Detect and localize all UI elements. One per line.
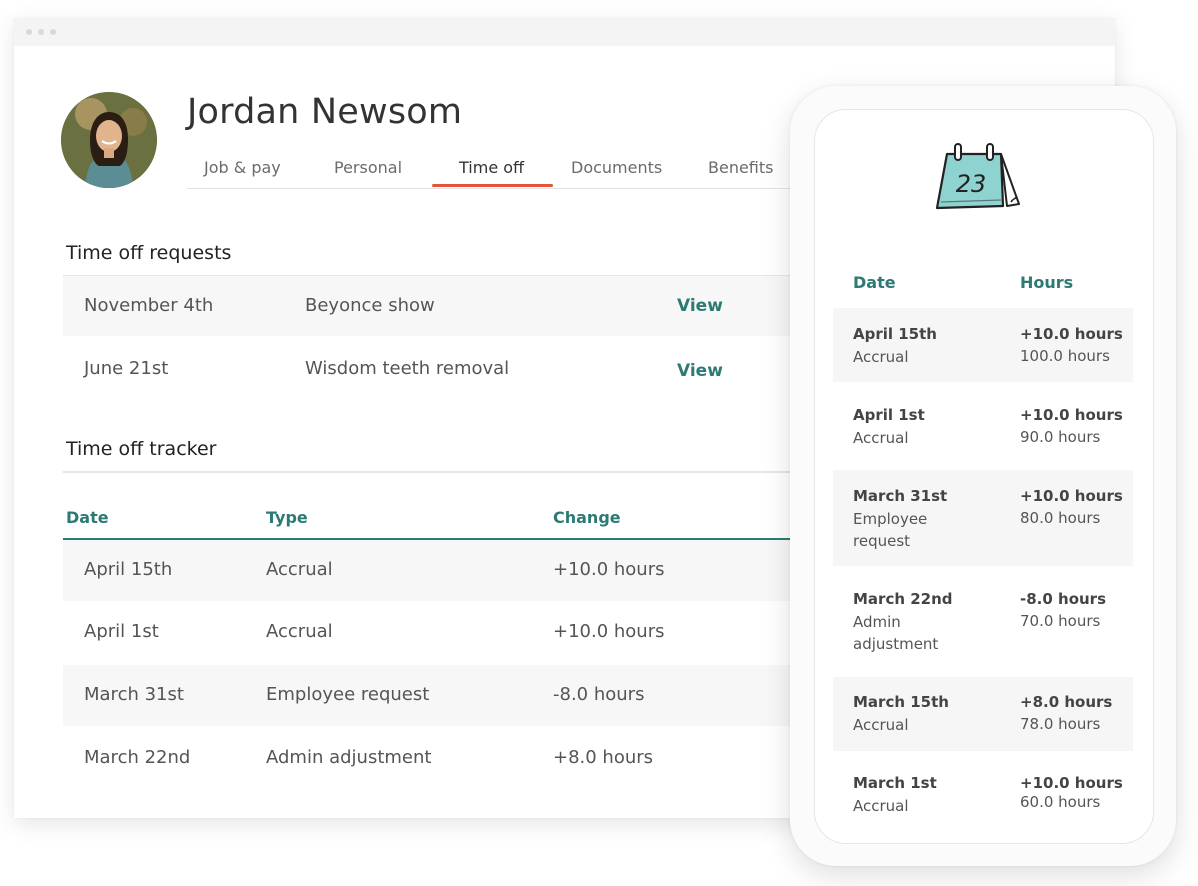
list-item: March 1st Accrual +10.0 hours 60.0 hours xyxy=(833,758,1133,832)
tracker-date: April 15th xyxy=(84,559,173,580)
window-dot xyxy=(50,29,56,35)
list-item: March 22nd Admin adjustment -8.0 hours 7… xyxy=(833,573,1133,669)
mobile-row-date: March 1st xyxy=(853,774,937,792)
employee-name: Jordan Newsom xyxy=(187,92,463,132)
tracker-type: Accrual xyxy=(266,559,333,580)
request-date: November 4th xyxy=(84,295,214,316)
list-item: March 15th Accrual +8.0 hours 78.0 hours xyxy=(833,677,1133,751)
list-item: April 1st Accrual +10.0 hours 90.0 hours xyxy=(833,390,1133,464)
tracker-change: +8.0 hours xyxy=(553,747,654,768)
tracker-type: Accrual xyxy=(266,621,333,642)
avatar-portrait xyxy=(61,92,157,188)
mobile-row-date: March 31st xyxy=(853,487,948,505)
mobile-row-change: -8.0 hours xyxy=(1020,590,1107,608)
mobile-row-change: +8.0 hours xyxy=(1020,693,1113,711)
tracker-section-title: Time off tracker xyxy=(66,438,217,460)
mobile-row-total: 70.0 hours xyxy=(1020,612,1101,630)
tracker-date: March 22nd xyxy=(84,747,191,768)
mobile-row-change: +10.0 hours xyxy=(1020,774,1123,792)
list-item: March 31st Employee request +10.0 hours … xyxy=(833,470,1133,566)
tracker-type: Employee request xyxy=(266,684,430,705)
window-dot xyxy=(38,29,44,35)
tracker-change: +10.0 hours xyxy=(553,559,665,580)
tracker-header-type: Type xyxy=(266,508,308,527)
tracker-header-date: Date xyxy=(66,508,109,527)
phone-screen: 23 Date Hours April 15th Accrual +10.0 h… xyxy=(814,109,1154,844)
mobile-row-type: Accrual xyxy=(853,797,909,815)
mobile-row-total: 100.0 hours xyxy=(1020,347,1110,365)
mobile-row-type: Employee request xyxy=(853,510,928,550)
tracker-date: March 31st xyxy=(84,684,184,705)
mobile-row-type: Accrual xyxy=(853,348,909,366)
tab-documents[interactable]: Documents xyxy=(571,158,662,177)
list-item: April 15th Accrual +10.0 hours 100.0 hou… xyxy=(833,308,1133,382)
mobile-row-change: +10.0 hours xyxy=(1020,325,1123,343)
phone-frame: 23 Date Hours April 15th Accrual +10.0 h… xyxy=(790,86,1176,866)
mobile-row-total: 60.0 hours xyxy=(1020,793,1101,811)
tracker-date: April 1st xyxy=(84,621,159,642)
window-titlebar xyxy=(14,18,1115,46)
mobile-row-date: April 15th xyxy=(853,325,937,343)
mobile-row-date: April 1st xyxy=(853,406,925,424)
tab-benefits[interactable]: Benefits xyxy=(708,158,774,177)
active-tab-indicator xyxy=(432,184,553,187)
mobile-header-date: Date xyxy=(853,273,896,292)
request-reason: Beyonce show xyxy=(305,295,435,316)
mobile-header-hours: Hours xyxy=(1020,273,1074,292)
tab-time-off[interactable]: Time off xyxy=(459,158,524,177)
window-dot xyxy=(26,29,32,35)
view-request-link[interactable]: View xyxy=(677,361,723,381)
avatar xyxy=(61,92,157,188)
tracker-change: -8.0 hours xyxy=(553,684,645,705)
mobile-row-total: 90.0 hours xyxy=(1020,428,1101,446)
mobile-row-total: 78.0 hours xyxy=(1020,715,1101,733)
requests-section-title: Time off requests xyxy=(66,242,232,264)
mobile-row-type: Admin adjustment xyxy=(853,613,939,653)
mobile-row-type: Accrual xyxy=(853,716,909,734)
mobile-row-date: March 22nd xyxy=(853,590,953,608)
tracker-change: +10.0 hours xyxy=(553,621,665,642)
request-reason: Wisdom teeth removal xyxy=(305,358,510,379)
mobile-row-change: +10.0 hours xyxy=(1020,487,1123,505)
mobile-row-change: +10.0 hours xyxy=(1020,406,1123,424)
request-date: June 21st xyxy=(84,358,169,379)
tab-personal[interactable]: Personal xyxy=(334,158,402,177)
calendar-icon: 23 xyxy=(935,143,1020,210)
tab-job-pay[interactable]: Job & pay xyxy=(204,158,281,177)
mobile-row-type: Accrual xyxy=(853,429,909,447)
calendar-day-number: 23 xyxy=(956,170,987,198)
mobile-row-date: March 15th xyxy=(853,693,949,711)
view-request-link[interactable]: View xyxy=(677,296,723,316)
tracker-type: Admin adjustment xyxy=(266,747,432,768)
tracker-header-change: Change xyxy=(553,508,621,527)
mobile-row-total: 80.0 hours xyxy=(1020,509,1101,527)
